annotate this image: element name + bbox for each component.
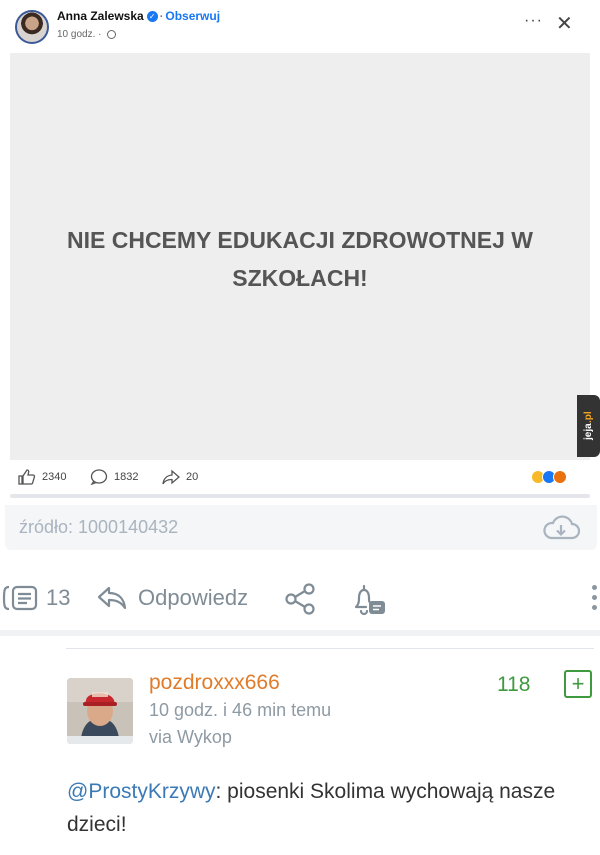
shares-stat: 20 (162, 469, 198, 485)
post-text: NIE CHCEMY EDUKACJI ZDROWOTNEJ W SZKOŁAC… (67, 227, 533, 291)
more-horizontal-icon: ··· (524, 12, 543, 29)
comments-count-label: 13 (46, 585, 71, 610)
more-vertical-icon[interactable] (592, 585, 598, 615)
share-button[interactable] (282, 583, 318, 615)
comment-bubble-icon (90, 469, 108, 485)
reply-icon (97, 586, 127, 610)
post-header: Anna Zalewska ✓ · Obserwuj 10 godz. · ··· ✕ (0, 0, 600, 50)
comments-button[interactable]: 13 (2, 583, 70, 613)
post-stats: 2340 1832 20 (0, 462, 600, 494)
angry-reaction-icon (553, 470, 567, 484)
post-time-text: 10 godz. (57, 29, 96, 40)
comments-count: 1832 (114, 471, 139, 483)
comment-separator (66, 648, 594, 649)
comment-author[interactable]: pozdroxxx666 (149, 671, 280, 695)
comment-source: via Wykop (149, 727, 232, 747)
upvote-button[interactable]: + (564, 670, 592, 698)
separator-dot: · (159, 11, 164, 23)
post-time: 10 godz. · (57, 29, 117, 40)
user-mention[interactable]: @ProstyKrzywy (67, 780, 216, 803)
reply-label: Odpowiedz (138, 585, 249, 610)
bell-icon (354, 584, 385, 616)
globe-icon (107, 29, 117, 39)
reactions-icons (531, 470, 567, 484)
entry-actions: 13 Odpowiedz (0, 575, 600, 625)
thumb-up-icon (18, 469, 36, 485)
close-icon: ✕ (556, 13, 573, 35)
source-label: źródło: 1000140432 (19, 517, 179, 537)
section-divider (0, 630, 600, 636)
author-name: Anna Zalewska (57, 9, 144, 23)
likes-stat: 2340 (18, 469, 66, 485)
post-divider (10, 494, 590, 498)
comment-body: @ProstyKrzywy: piosenki Skolima wychowaj… (67, 775, 587, 841)
source-bar: źródło: 1000140432 (5, 505, 597, 550)
shares-count: 20 (186, 471, 199, 483)
comments-stat: 1832 (90, 469, 138, 485)
notify-button[interactable] (350, 583, 388, 617)
cloud-download-icon[interactable] (541, 515, 581, 541)
comment-avatar[interactable] (67, 678, 133, 744)
embedded-post-image: Anna Zalewska ✓ · Obserwuj 10 godz. · ··· ✕… (0, 0, 600, 500)
comments-icon (2, 585, 38, 611)
likes-count: 2340 (42, 471, 67, 483)
jeja-watermark: jeja .pl (577, 395, 600, 457)
share-icon (285, 583, 315, 615)
reply-button[interactable]: Odpowiedz (96, 583, 248, 613)
post-author: Anna Zalewska ✓ · Obserwuj (57, 9, 220, 23)
comment-score: 118 (497, 673, 531, 696)
comment-time: 10 godz. i 46 min temu (149, 700, 332, 720)
follow-link: Obserwuj (165, 9, 221, 23)
share-arrow-icon (162, 469, 180, 485)
verified-icon: ✓ (146, 11, 158, 23)
author-avatar (15, 10, 49, 44)
post-content: NIE CHCEMY EDUKACJI ZDROWOTNEJ W SZKOŁAC… (10, 53, 590, 460)
